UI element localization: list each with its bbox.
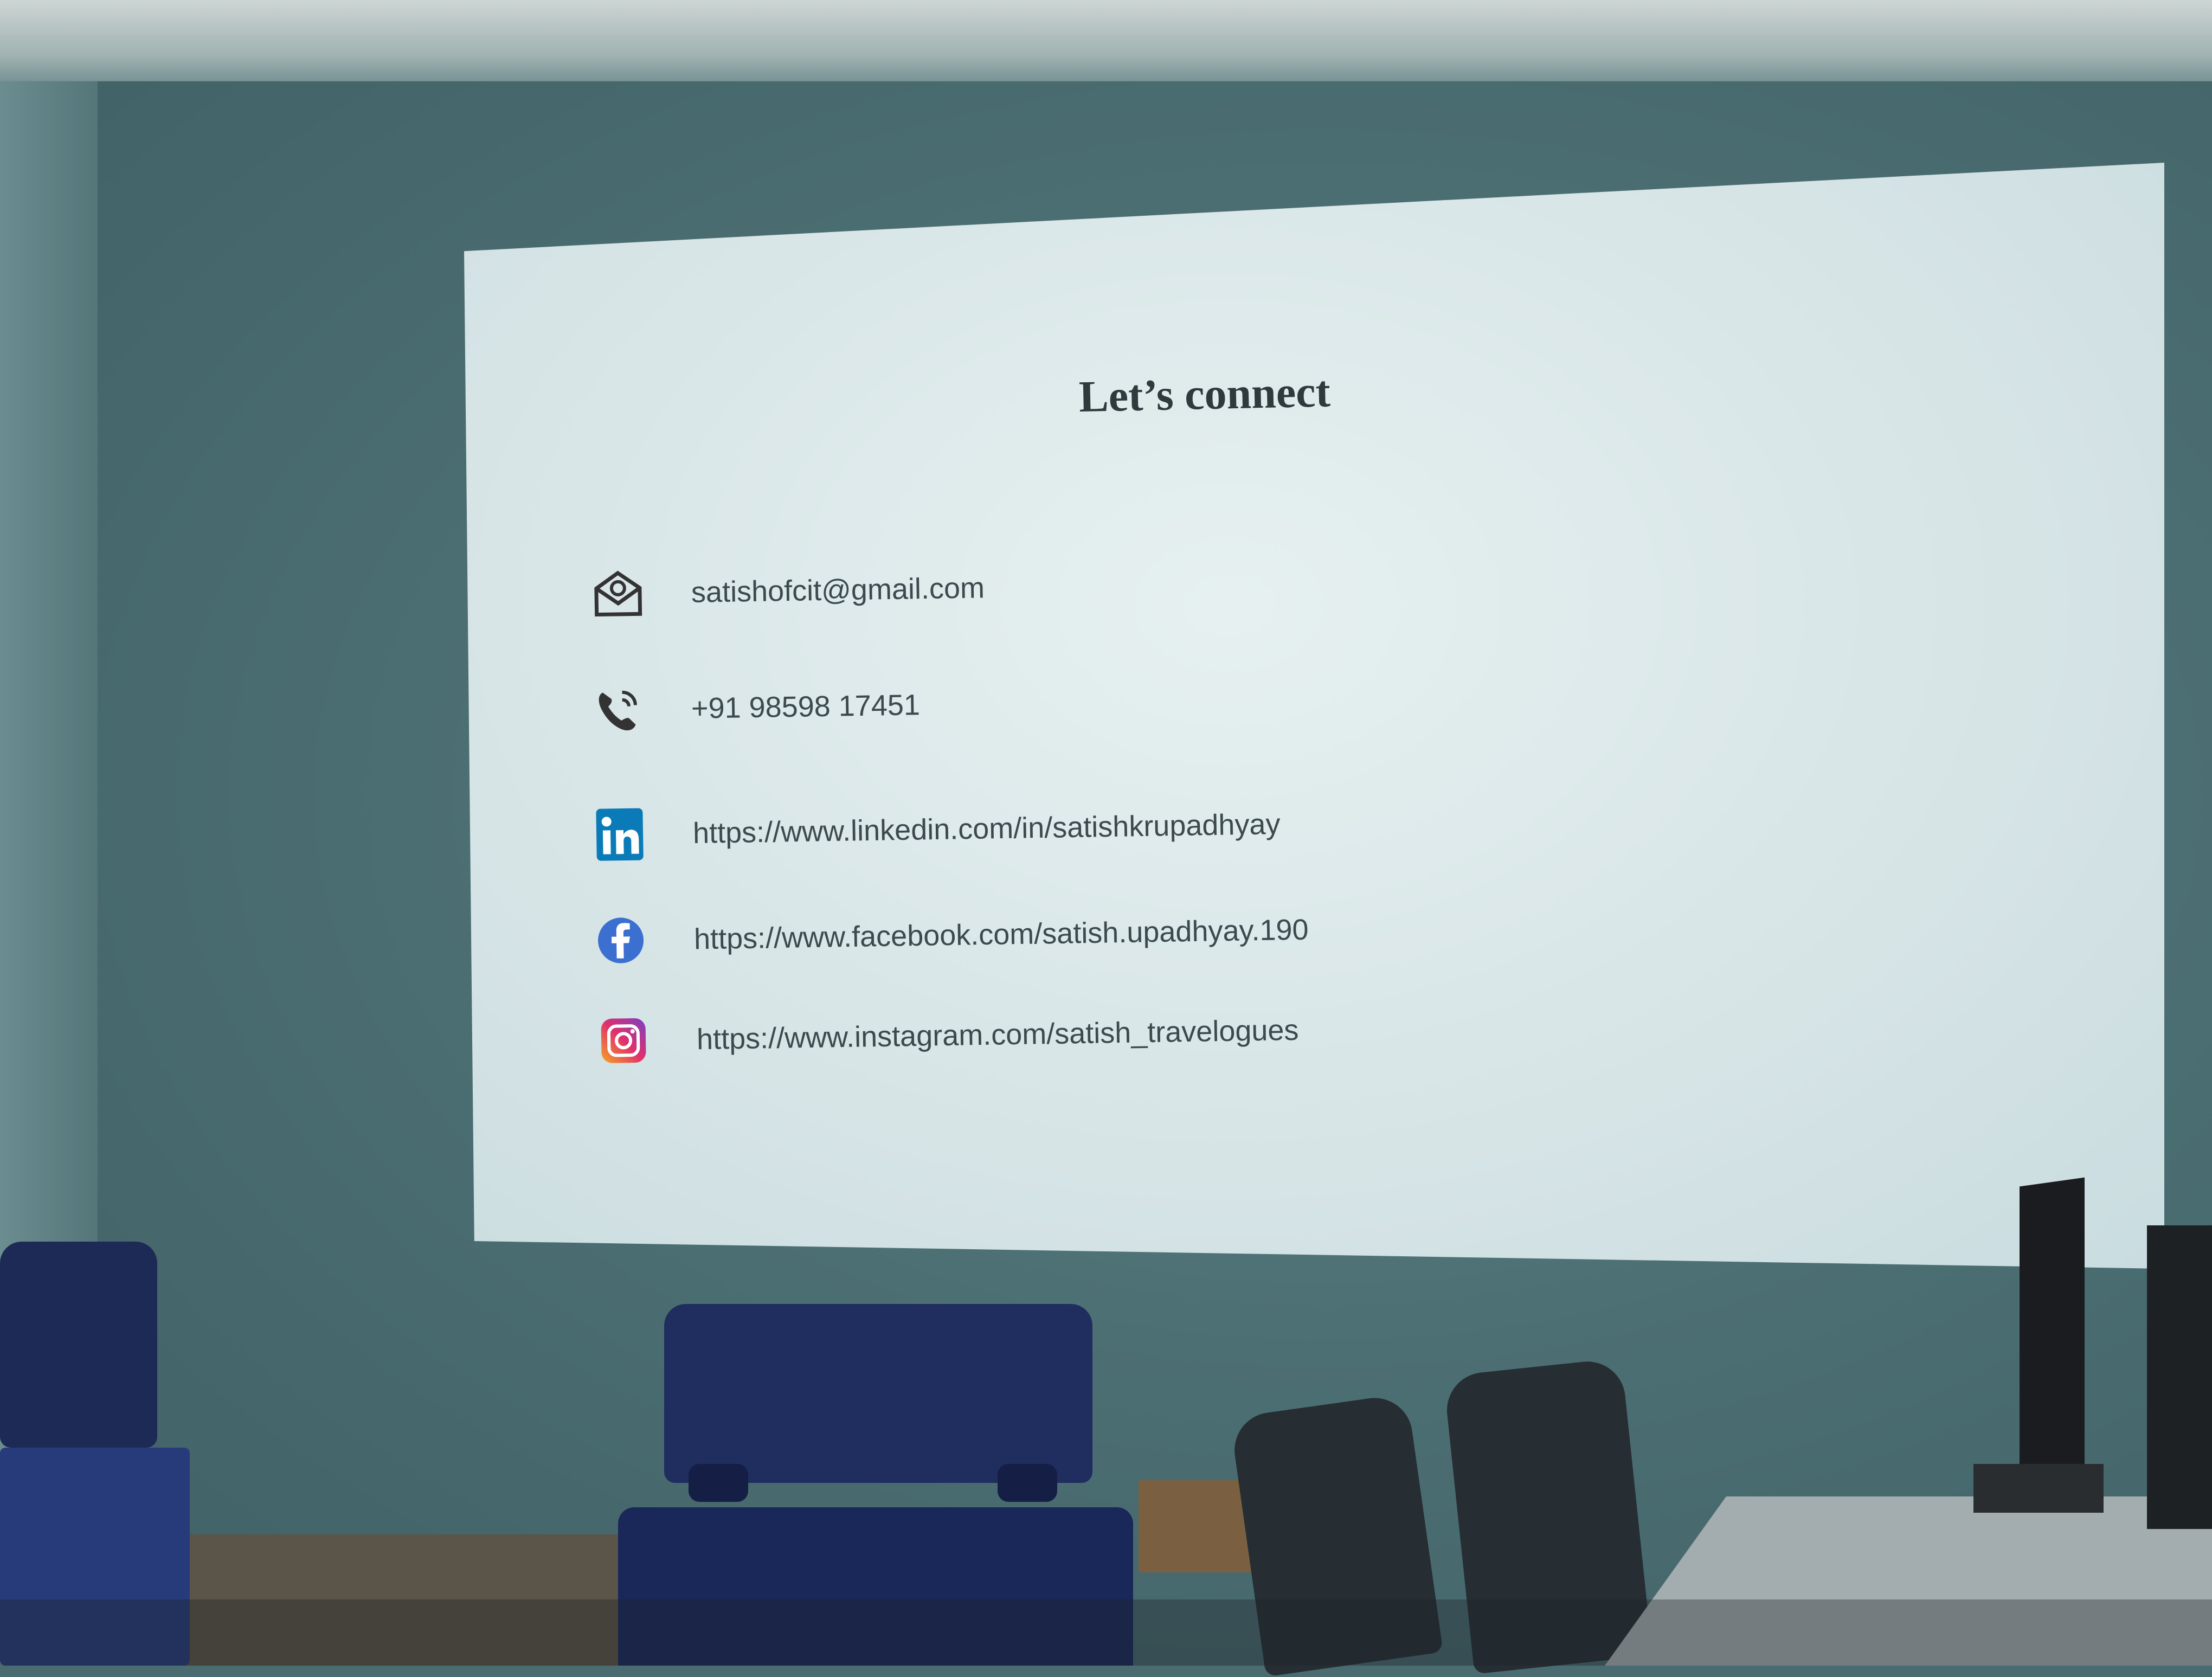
chair-center-headrest xyxy=(664,1304,1092,1483)
floor-shadow xyxy=(0,1599,2212,1666)
instagram-link[interactable]: https://www.instagram.com/satish_travelo… xyxy=(697,1013,1299,1056)
facebook-link[interactable]: https://www.facebook.com/satish.upadhyay… xyxy=(694,913,1309,956)
slide-title: Let’s connect xyxy=(1078,367,1331,422)
facebook-icon xyxy=(590,910,651,971)
contact-row-email: satishofcit@gmail.com xyxy=(588,558,985,624)
instagram-icon xyxy=(593,1010,654,1071)
phone-text: +91 98598 17451 xyxy=(691,689,921,725)
chair-post xyxy=(689,1464,748,1502)
email-icon xyxy=(588,563,648,624)
contact-row-phone: +91 98598 17451 xyxy=(588,675,921,740)
contact-row-instagram: https://www.instagram.com/satish_travelo… xyxy=(593,1000,1299,1071)
linkedin-icon xyxy=(589,804,650,865)
chair-post xyxy=(998,1464,1057,1502)
monitor-stand xyxy=(1973,1464,2104,1513)
phone-icon xyxy=(588,679,648,740)
contact-row-facebook: https://www.facebook.com/satish.upadhyay… xyxy=(590,900,1309,971)
chair-left-back xyxy=(0,1242,157,1448)
monitor xyxy=(2020,1177,2085,1480)
contact-row-linkedin: https://www.linkedin.com/in/satishkrupad… xyxy=(589,794,1281,865)
linkedin-link[interactable]: https://www.linkedin.com/in/satishkrupad… xyxy=(693,807,1281,850)
computer-tower xyxy=(2147,1225,2212,1529)
email-text: satishofcit@gmail.com xyxy=(691,571,985,609)
